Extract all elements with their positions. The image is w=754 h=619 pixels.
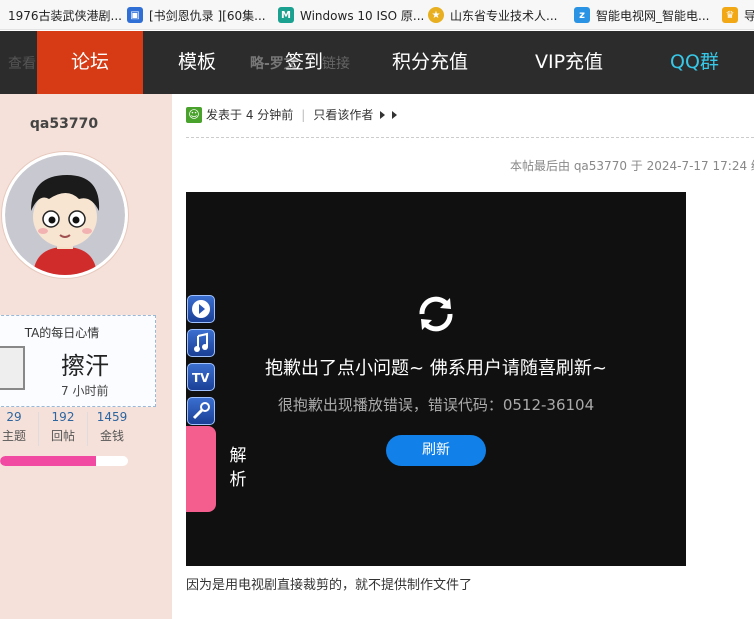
author-stats: 29 主题 192 回帖 1459 金钱 xyxy=(0,410,130,448)
m-logo-icon: M xyxy=(278,7,294,23)
stat-value: 192 xyxy=(51,410,75,424)
level-progress-fill xyxy=(0,456,96,466)
edit-notice: 本帖最后由 qa53770 于 2024-7-17 17:24 编辑 xyxy=(510,159,754,173)
error-detail: 很抱歉出现播放错误，错误代码：0512-36104 xyxy=(277,396,595,414)
posted-time: 发表于 4 分钟前 xyxy=(206,108,294,122)
trophy-icon: ♛ xyxy=(722,7,738,23)
nav-item-vip-recharge[interactable]: VIP充值 xyxy=(535,31,603,94)
music-icon[interactable] xyxy=(187,329,215,357)
online-user-icon: ☺ xyxy=(186,106,202,123)
mood-time: 7 小时前 xyxy=(61,384,109,398)
stat-money[interactable]: 1459 金钱 xyxy=(92,410,132,444)
parse-label[interactable]: 解析 xyxy=(228,444,248,492)
play-next-icon[interactable] xyxy=(392,110,398,119)
author-name[interactable]: qa53770 xyxy=(0,116,128,132)
site-icon: ▣ xyxy=(127,7,143,23)
stat-threads[interactable]: 29 主题 xyxy=(0,410,34,444)
refresh-icon xyxy=(419,296,453,332)
post-meta: ☺ 发表于 4 分钟前 | 只看该作者 xyxy=(186,106,398,123)
divider xyxy=(186,137,754,138)
bookmark-item[interactable]: 1976古装武侠港剧... xyxy=(8,0,122,30)
post-content: 因为是用电视剧直接裁剪的，就不提供制作文件了 xyxy=(186,578,473,593)
refresh-button[interactable]: 刷新 xyxy=(386,435,486,466)
bookmark-label: 山东省专业技术人... xyxy=(450,8,558,23)
stat-value: 1459 xyxy=(96,410,128,424)
mood-word: 擦汗 xyxy=(61,352,109,380)
error-title: 抱歉出了点小问题~ 佛系用户请随喜刷新~ xyxy=(265,358,607,379)
bookmark-item[interactable]: ▣ [书剑恩仇录 ][60集... xyxy=(127,0,266,30)
daily-mood-box: TA的每日心情 擦汗 7 小时前 xyxy=(0,315,156,407)
bookmark-item[interactable]: M Windows 10 ISO 原... xyxy=(278,0,424,30)
stat-divider xyxy=(87,412,88,446)
bookmark-item[interactable]: ♛ 导 xyxy=(722,0,754,30)
author-sidebar: qa53770 TA的每日心情 擦汗 7 小时前 29 主题 192 回帖 14… xyxy=(0,94,172,619)
meta-divider: | xyxy=(301,107,306,122)
avatar[interactable] xyxy=(2,152,128,278)
bookmarks-bar: 1976古装武侠港剧... ▣ [书剑恩仇录 ][60集... M Window… xyxy=(0,0,754,30)
bookmark-item[interactable]: ★ 山东省专业技术人... xyxy=(428,0,557,30)
svg-text:TV: TV xyxy=(192,371,210,385)
bookmark-label: 导 xyxy=(744,8,754,23)
play-icon[interactable] xyxy=(187,295,215,323)
stat-value: 29 xyxy=(6,410,22,424)
nav-item-templates[interactable]: 模板 xyxy=(178,31,216,94)
avatar-image xyxy=(5,155,125,275)
tv-site-icon: z xyxy=(574,7,590,23)
bookmark-label: 1976古装武侠港剧... xyxy=(8,8,122,23)
tv-icon[interactable]: TV xyxy=(187,363,215,391)
play-next-icon[interactable] xyxy=(380,110,386,119)
bookmark-label: [书剑恩仇录 ][60集... xyxy=(149,8,266,23)
video-player[interactable]: 抱歉出了点小问题~ 佛系用户请随喜刷新~ 很抱歉出现播放错误，错误代码：0512… xyxy=(186,192,686,566)
stat-replies[interactable]: 192 回帖 xyxy=(43,410,83,444)
wrench-icon[interactable] xyxy=(187,397,215,425)
bookmark-label: Windows 10 ISO 原... xyxy=(300,8,425,23)
stat-label: 金钱 xyxy=(99,429,124,443)
nav-item-qq-group[interactable]: QQ群 xyxy=(670,31,719,94)
stat-divider xyxy=(38,412,39,446)
stat-label: 主题 xyxy=(1,429,26,443)
stat-label: 回帖 xyxy=(50,429,75,443)
parse-tab[interactable] xyxy=(186,426,216,512)
nav-item-checkin[interactable]: 签到 xyxy=(285,31,323,94)
level-progress-bar xyxy=(0,456,128,466)
bookmark-item[interactable]: z 智能电视网_智能电... xyxy=(574,0,709,30)
emblem-icon: ★ xyxy=(428,7,444,23)
nav-item-forum[interactable]: 论坛 xyxy=(37,31,143,94)
main-nav: 查看: 2 | 回复: 3 略-罗文 链接 论坛 模板 签到 积分充值 VIP充… xyxy=(0,31,754,94)
bookmark-label: 智能电视网_智能电... xyxy=(596,8,710,23)
nav-item-points-recharge[interactable]: 积分充值 xyxy=(392,31,468,94)
mood-image xyxy=(0,346,25,390)
link-fragment: 链接 xyxy=(322,56,350,72)
mood-title: TA的每日心情 xyxy=(24,326,100,340)
only-author-link[interactable]: 只看该作者 xyxy=(313,106,373,123)
